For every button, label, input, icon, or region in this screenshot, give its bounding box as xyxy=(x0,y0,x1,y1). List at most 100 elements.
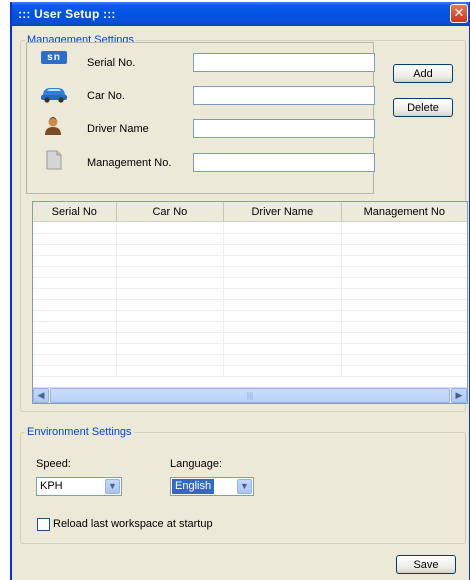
driver-icon xyxy=(45,117,61,135)
table-row xyxy=(33,344,467,355)
table-row xyxy=(33,366,467,377)
speed-label: Speed: xyxy=(36,458,71,470)
table-cell xyxy=(224,344,342,355)
column-header-car-no[interactable]: Car No xyxy=(117,202,225,222)
table-row xyxy=(33,267,467,278)
table-cell xyxy=(224,289,342,300)
reload-workspace-checkbox[interactable] xyxy=(37,518,50,531)
save-button[interactable]: Save xyxy=(396,555,456,574)
table-cell xyxy=(342,366,467,377)
table-cell xyxy=(117,344,225,355)
close-button[interactable]: ✕ xyxy=(450,4,468,23)
chevron-right-icon: ▶ xyxy=(455,390,463,400)
table-cell xyxy=(342,311,467,322)
speed-value: KPH xyxy=(40,480,63,492)
language-dropdown-button[interactable]: ▼ xyxy=(237,479,252,494)
table-cell xyxy=(224,311,342,322)
column-header-management-no[interactable]: Management No xyxy=(342,202,467,222)
table-cell xyxy=(224,322,342,333)
table-cell xyxy=(33,256,117,267)
table-cell xyxy=(342,223,467,234)
speed-select[interactable]: KPH ▼ xyxy=(36,477,122,496)
table-cell xyxy=(33,333,117,344)
table-row xyxy=(33,322,467,333)
table-cell xyxy=(224,300,342,311)
table-cell xyxy=(342,322,467,333)
table-row xyxy=(33,311,467,322)
table-cell xyxy=(342,333,467,344)
table-cell xyxy=(224,223,342,234)
speed-dropdown-button[interactable]: ▼ xyxy=(105,479,120,494)
table-cell xyxy=(224,234,342,245)
column-header-driver-name[interactable]: Driver Name xyxy=(224,202,342,222)
table-header: Serial No Car No Driver Name Management … xyxy=(33,202,467,222)
table-cell xyxy=(342,245,467,256)
window-title: ::: User Setup ::: xyxy=(18,7,116,21)
sn-badge-icon: sn xyxy=(41,51,67,64)
table-cell xyxy=(224,333,342,344)
driver-name-label: Driver Name xyxy=(87,123,149,135)
table-cell xyxy=(33,267,117,278)
table-cell xyxy=(224,278,342,289)
table-row xyxy=(33,256,467,267)
chevron-left-icon: ◀ xyxy=(37,390,45,400)
table-cell xyxy=(342,234,467,245)
table-cell xyxy=(342,344,467,355)
language-select[interactable]: English ▼ xyxy=(170,477,254,496)
language-value: English xyxy=(172,479,215,494)
scroll-thumb[interactable]: ||| xyxy=(50,388,450,403)
table-row xyxy=(33,355,467,366)
table-cell xyxy=(117,322,225,333)
table-cell xyxy=(117,300,225,311)
table-cell xyxy=(33,344,117,355)
table-cell xyxy=(342,355,467,366)
reload-workspace-label[interactable]: Reload last workspace at startup xyxy=(53,518,213,530)
management-no-label: Management No. xyxy=(87,157,172,169)
car-no-label: Car No. xyxy=(87,90,125,102)
table-cell xyxy=(117,311,225,322)
table-cell xyxy=(342,256,467,267)
car-no-input[interactable] xyxy=(193,86,375,105)
table-cell xyxy=(33,322,117,333)
serial-no-input[interactable] xyxy=(193,53,375,72)
management-no-input[interactable] xyxy=(193,153,375,172)
table-row xyxy=(33,234,467,245)
table-cell xyxy=(342,278,467,289)
scroll-right-button[interactable]: ▶ xyxy=(451,388,467,403)
table-cell xyxy=(33,223,117,234)
table-cell xyxy=(117,278,225,289)
table-cell xyxy=(342,289,467,300)
table-row xyxy=(33,278,467,289)
table-cell xyxy=(224,366,342,377)
table-cell xyxy=(33,289,117,300)
table-cell xyxy=(117,234,225,245)
table-cell xyxy=(117,256,225,267)
table-cell xyxy=(117,333,225,344)
table-cell xyxy=(33,300,117,311)
table-cell xyxy=(33,366,117,377)
table-cell xyxy=(33,234,117,245)
management-form: sn Serial No. Car No. Driver Name Manage… xyxy=(26,42,375,194)
table-cell xyxy=(33,245,117,256)
table-cell xyxy=(342,300,467,311)
column-header-serial-no[interactable]: Serial No xyxy=(33,202,117,222)
table-cell xyxy=(33,311,117,322)
delete-button[interactable]: Delete xyxy=(393,98,453,117)
table-row xyxy=(33,223,467,234)
chevron-down-icon: ▼ xyxy=(240,481,249,491)
chevron-down-icon: ▼ xyxy=(108,481,117,491)
table-cell xyxy=(117,289,225,300)
title-bar[interactable]: ::: User Setup ::: ✕ xyxy=(12,2,469,26)
table-cell xyxy=(33,278,117,289)
horizontal-scrollbar[interactable]: ◀ ||| ▶ xyxy=(33,387,467,403)
records-table[interactable]: Serial No Car No Driver Name Management … xyxy=(32,201,468,404)
driver-name-input[interactable] xyxy=(193,119,375,138)
user-setup-window: ::: User Setup ::: ✕ Management Settings… xyxy=(10,2,470,580)
table-cell xyxy=(224,267,342,278)
scroll-left-button[interactable]: ◀ xyxy=(33,388,49,403)
add-button[interactable]: Add xyxy=(393,64,453,83)
table-cell xyxy=(117,223,225,234)
table-cell xyxy=(342,267,467,278)
table-cell xyxy=(224,245,342,256)
table-row xyxy=(33,245,467,256)
